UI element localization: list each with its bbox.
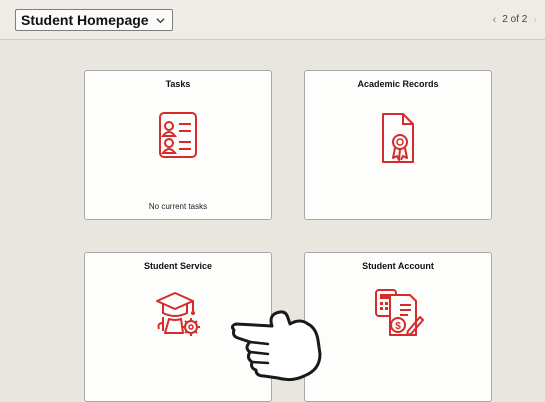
homepage-selector[interactable]: Student Homepage: [15, 9, 173, 31]
tile-student-account[interactable]: Student Account $: [304, 252, 492, 402]
tile-tasks[interactable]: Tasks No current tasks: [84, 70, 272, 220]
pager: ‹ 2 of 2 ›: [493, 14, 537, 25]
chevron-left-icon[interactable]: ‹: [493, 14, 497, 25]
svg-text:$: $: [395, 321, 401, 332]
tile-academic-records[interactable]: Academic Records: [304, 70, 492, 220]
pointing-hand-cursor-icon: [230, 310, 322, 382]
pager-text: 2 of 2: [502, 14, 528, 25]
tile-title: Academic Records: [357, 79, 439, 89]
calculator-invoice-icon: $: [375, 289, 424, 336]
tile-title: Student Service: [143, 261, 213, 271]
chevron-right-icon[interactable]: ›: [533, 14, 537, 25]
tile-title: Tasks: [165, 79, 191, 89]
task-list-icon: [159, 112, 197, 158]
certificate-document-icon: [382, 113, 414, 163]
tile-title: Student Account: [362, 261, 434, 271]
header-bar: Student Homepage ‹ 2 of 2 ›: [0, 0, 545, 40]
tile-note: No current tasks: [148, 202, 208, 211]
homepage-selector-label: Student Homepage: [21, 12, 149, 28]
graduation-cap-gear-icon: [156, 292, 200, 336]
chevron-down-icon: [155, 17, 165, 23]
